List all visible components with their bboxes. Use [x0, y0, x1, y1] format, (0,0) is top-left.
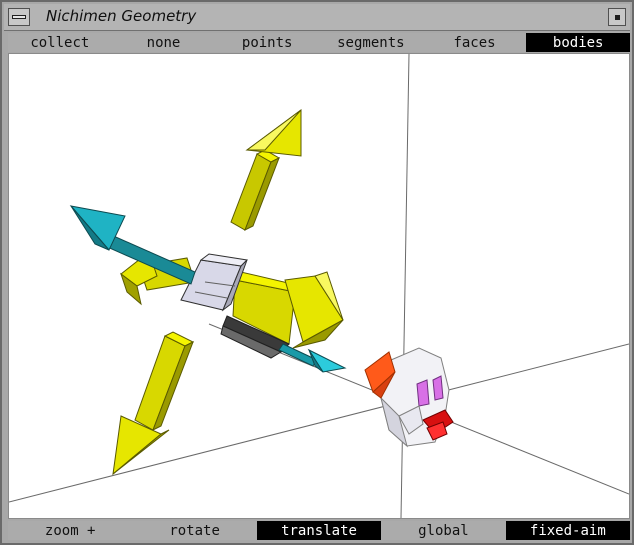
app-window: Nichimen Geometry collect none points se…	[0, 0, 634, 545]
menu-zoom[interactable]: zoom +	[8, 521, 132, 540]
scene-canvas[interactable]	[9, 54, 629, 518]
window-minimize-icon[interactable]	[608, 8, 626, 26]
menu-global[interactable]: global	[381, 521, 505, 540]
clown-head-model[interactable]	[364, 347, 454, 448]
menu-segments[interactable]: segments	[319, 33, 423, 52]
yellow-arrow-up[interactable]	[230, 109, 302, 232]
menu-fixed-aim[interactable]: fixed-aim	[505, 521, 631, 540]
menu-collect[interactable]: collect	[8, 33, 112, 52]
menu-none[interactable]: none	[112, 33, 216, 52]
yellow-arrow-down[interactable]	[112, 331, 195, 476]
menu-translate[interactable]: translate	[256, 521, 382, 540]
3d-viewport[interactable]	[8, 53, 630, 519]
selection-mode-bar: collect none points segments faces bodie…	[8, 33, 631, 52]
view-mode-bar: zoom + rotate translate global fixed-aim	[8, 521, 631, 540]
menu-faces[interactable]: faces	[423, 33, 527, 52]
vertical-axis	[400, 54, 410, 518]
menu-bodies[interactable]: bodies	[526, 33, 631, 52]
title-bar[interactable]: Nichimen Geometry	[4, 4, 630, 31]
menu-points[interactable]: points	[215, 33, 319, 52]
cyan-arrow-right[interactable]	[278, 343, 347, 373]
menu-rotate[interactable]: rotate	[132, 521, 256, 540]
window-title: Nichimen Geometry	[46, 7, 197, 25]
window-menu-icon[interactable]	[8, 8, 30, 26]
